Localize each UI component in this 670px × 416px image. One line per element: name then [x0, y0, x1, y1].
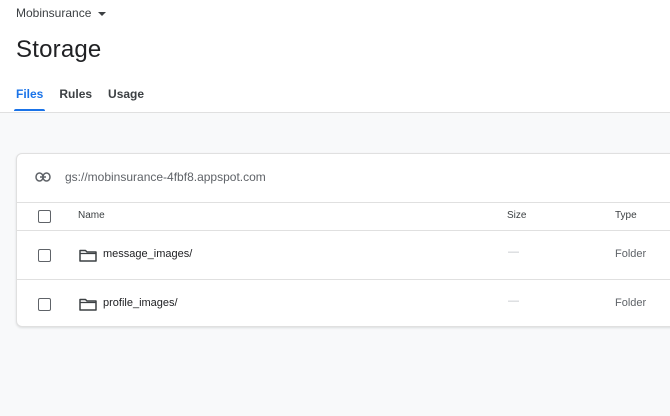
tab-files[interactable]: Files: [13, 87, 46, 111]
link-icon[interactable]: [35, 171, 51, 183]
folder-icon: [79, 298, 97, 311]
select-all-checkbox[interactable]: [38, 210, 51, 223]
page-header: Mobinsurance Storage Files Rules Usage: [0, 0, 670, 113]
caret-down-icon: [98, 11, 107, 16]
column-header-name[interactable]: Name: [78, 210, 105, 221]
content-area: gs://mobinsurance-4fbf8.appspot.com Name…: [0, 113, 670, 416]
bucket-path[interactable]: gs://mobinsurance-4fbf8.appspot.com: [65, 170, 266, 184]
page-title: Storage: [16, 36, 102, 63]
row-checkbox[interactable]: [38, 249, 51, 262]
column-header-size[interactable]: Size: [507, 210, 526, 221]
tab-bar: Files Rules Usage: [13, 87, 160, 111]
file-size: —: [508, 246, 519, 258]
file-size: —: [508, 295, 519, 307]
bucket-bar: gs://mobinsurance-4fbf8.appspot.com: [17, 154, 670, 203]
file-type: Folder: [615, 297, 647, 309]
table-row[interactable]: profile_images/ — Folder: [17, 280, 670, 326]
project-name: Mobinsurance: [16, 6, 92, 20]
row-checkbox[interactable]: [38, 298, 51, 311]
tab-usage[interactable]: Usage: [108, 87, 144, 111]
column-header-type[interactable]: Type: [615, 210, 637, 221]
table-row[interactable]: message_images/ — Folder: [17, 231, 670, 280]
table-header: Name Size Type: [17, 203, 670, 231]
file-name[interactable]: message_images/: [103, 248, 192, 260]
file-name[interactable]: profile_images/: [103, 297, 178, 309]
storage-page: Mobinsurance Storage Files Rules Usage g…: [0, 0, 670, 416]
files-card: gs://mobinsurance-4fbf8.appspot.com Name…: [16, 153, 670, 327]
file-type: Folder: [615, 248, 647, 260]
folder-icon: [79, 249, 97, 262]
project-selector[interactable]: Mobinsurance: [16, 6, 107, 20]
tab-rules[interactable]: Rules: [59, 87, 92, 111]
